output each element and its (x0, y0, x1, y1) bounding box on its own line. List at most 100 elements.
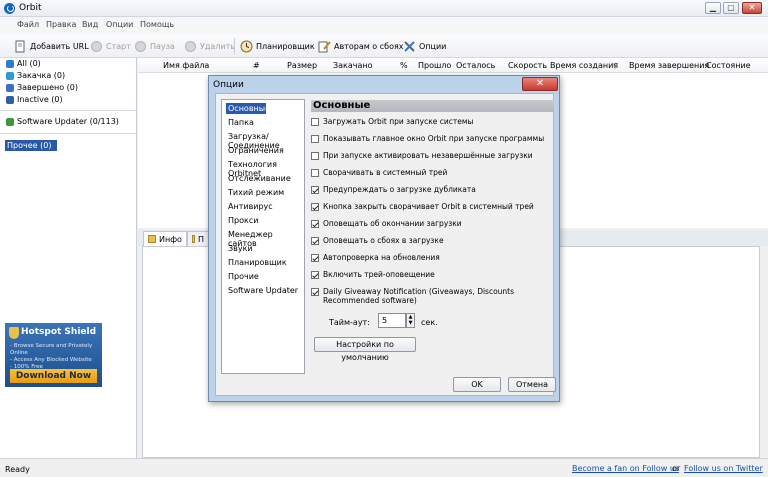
category-other[interactable]: Прочее (0) (5, 140, 57, 151)
checkbox-checked[interactable] (311, 219, 319, 228)
ad-download-button[interactable]: Download Now (10, 369, 97, 383)
column-downloaded[interactable]: Закачано (333, 61, 373, 70)
option-notify-complete[interactable]: Оповещать об окончании загрузки (311, 219, 551, 228)
menu-edit[interactable]: Правка (46, 20, 76, 29)
option-show-main-window[interactable]: Показывать главное окно Orbit при запуск… (311, 134, 551, 143)
delete-icon (185, 40, 196, 52)
delete-button[interactable]: Удалить (184, 39, 235, 53)
nav-item-other[interactable]: Прочие (228, 272, 259, 281)
close-button[interactable]: ✕ (742, 2, 762, 14)
nav-item-monitoring[interactable]: Отслеживание (228, 174, 291, 183)
timeout-stepper[interactable]: ▲ ▼ (406, 313, 415, 328)
column-filename[interactable]: Имя файла (163, 61, 209, 70)
nav-item-antivirus[interactable]: Антивирус (228, 202, 273, 211)
timeout-unit: сек. (421, 318, 438, 327)
checkbox-checked[interactable] (311, 270, 319, 279)
nav-item-proxy[interactable]: Прокси (228, 216, 258, 225)
divider (0, 110, 136, 111)
add-file-icon (15, 40, 25, 52)
checkbox-checked[interactable] (311, 253, 319, 262)
column-speed[interactable]: Скорость (508, 61, 547, 70)
column-percent[interactable]: % (400, 61, 408, 70)
checkbox[interactable] (311, 151, 319, 160)
cancel-button[interactable]: Отмена (508, 377, 556, 392)
dialog-close-button[interactable]: ✕ (522, 77, 558, 91)
column-size[interactable]: Размер (287, 61, 317, 70)
column-remaining[interactable]: Осталось (456, 61, 495, 70)
maximize-button[interactable]: ▢ (723, 2, 739, 14)
menu-bar: Файл Правка Вид Опции Помощь (0, 17, 768, 34)
tab-second[interactable]: П (187, 231, 209, 246)
menu-file[interactable]: Файл (17, 20, 39, 29)
column-elapsed[interactable]: Прошло (418, 61, 451, 70)
dialog-title: Опции (213, 80, 244, 90)
nav-item-sounds[interactable]: Звуки (228, 244, 253, 253)
clock-icon (240, 40, 253, 52)
menu-help[interactable]: Помощь (140, 20, 174, 29)
notify-authors-button[interactable]: Авторам о сбоях (318, 39, 404, 53)
stepper-down-icon[interactable]: ▼ (407, 320, 414, 326)
category-inactive[interactable]: Inactive (0) (6, 95, 63, 104)
timeout-input[interactable]: 5 (378, 313, 406, 328)
category-all[interactable]: All (0) (6, 59, 41, 68)
checkbox-checked[interactable] (311, 202, 319, 211)
option-duplicate-warning[interactable]: Предупреждать о загрузке дубликата (311, 185, 551, 194)
nav-item-silent-mode[interactable]: Тихий режим (228, 188, 284, 197)
menu-options[interactable]: Опции (106, 20, 133, 29)
options-button[interactable]: Опции (403, 39, 446, 53)
window-title: Orbit (19, 3, 42, 13)
status-bar: Ready Become a fan on Follow us or Follo… (0, 458, 768, 477)
option-autostart[interactable]: Загружать Orbit при запуске системы (311, 117, 551, 126)
category-completed[interactable]: Завершено (0) (6, 83, 78, 92)
checkbox-checked[interactable] (311, 236, 319, 245)
category-downloading[interactable]: Закачка (0) (6, 71, 65, 80)
option-resume-downloads[interactable]: При запуске активировать незавершённые з… (311, 151, 551, 160)
scheduler-button[interactable]: Планировщик (240, 39, 315, 53)
start-button[interactable]: Старт (90, 39, 131, 53)
inactive-icon (6, 95, 14, 104)
resize-grip-icon[interactable]: ⋰ (757, 465, 764, 473)
option-notify-errors[interactable]: Оповещать о сбоях в загрузке (311, 236, 551, 245)
sort-arrow-icon: ▽ (612, 61, 619, 70)
option-close-to-tray[interactable]: Кнопка закрыть сворачивает Orbit в систе… (311, 202, 551, 211)
ok-button[interactable]: OK (453, 377, 501, 392)
nav-item-folder[interactable]: Папка (228, 118, 254, 127)
options-nav: Основные Папка Загрузка/Соединение Огран… (221, 99, 305, 374)
twitter-link[interactable]: Follow us on Twitter (684, 464, 763, 473)
checkbox[interactable] (311, 117, 319, 126)
restore-defaults-button[interactable]: Настройки по умолчанию (314, 337, 416, 362)
option-tray-notification[interactable]: Включить трей-оповещение (311, 270, 551, 279)
nav-item-software-updater[interactable]: Software Updater (228, 286, 298, 295)
checkbox[interactable] (311, 134, 319, 143)
menu-view[interactable]: Вид (82, 20, 98, 29)
add-url-button[interactable]: Добавить URL (14, 39, 89, 53)
checkbox[interactable] (311, 168, 319, 177)
hotspot-shield-ad[interactable]: Hotspot Shield - Browse Secure and Priva… (5, 323, 102, 387)
pause-button[interactable]: Пауза (134, 39, 175, 53)
software-updater-item[interactable]: Software Updater (0/113) (6, 117, 119, 126)
option-daily-giveaway[interactable]: Daily Giveaway Notification (Giveaways, … (311, 287, 551, 305)
option-minimize-to-tray[interactable]: Сворачивать в системный трей (311, 168, 551, 177)
column-number[interactable]: # (253, 61, 260, 70)
start-icon (91, 40, 102, 52)
checkbox-checked[interactable] (311, 185, 319, 194)
option-auto-update[interactable]: Автопроверка на обновления (311, 253, 551, 262)
orbit-logo-icon (4, 3, 15, 14)
completed-icon (6, 83, 14, 92)
nav-item-scheduler[interactable]: Планировщик (228, 258, 287, 267)
download-list-header: Имя файла # Размер Закачано % Прошло Ост… (138, 58, 768, 73)
status-text: Ready (5, 465, 30, 474)
shield-icon (9, 327, 19, 339)
title-bar: Orbit ▁ ▢ ✕ (0, 0, 768, 17)
tab-info[interactable]: Инфо (143, 231, 187, 246)
checkbox-checked[interactable] (311, 287, 319, 296)
column-completed-time[interactable]: Время завершения (629, 61, 709, 70)
nav-item-general[interactable]: Основные (226, 103, 270, 114)
column-state[interactable]: Состояние (706, 61, 751, 70)
facebook-link[interactable]: Become a fan on Follow us (572, 464, 679, 473)
minimize-button[interactable]: ▁ (705, 2, 721, 14)
category-panel: All (0) Закачка (0) Завершено (0) Inacti… (0, 58, 137, 458)
column-created[interactable]: Время создания (550, 61, 618, 70)
dialog-body: Основные Папка Загрузка/Соединение Огран… (215, 93, 556, 396)
nav-item-limits[interactable]: Ограничения (228, 146, 284, 155)
